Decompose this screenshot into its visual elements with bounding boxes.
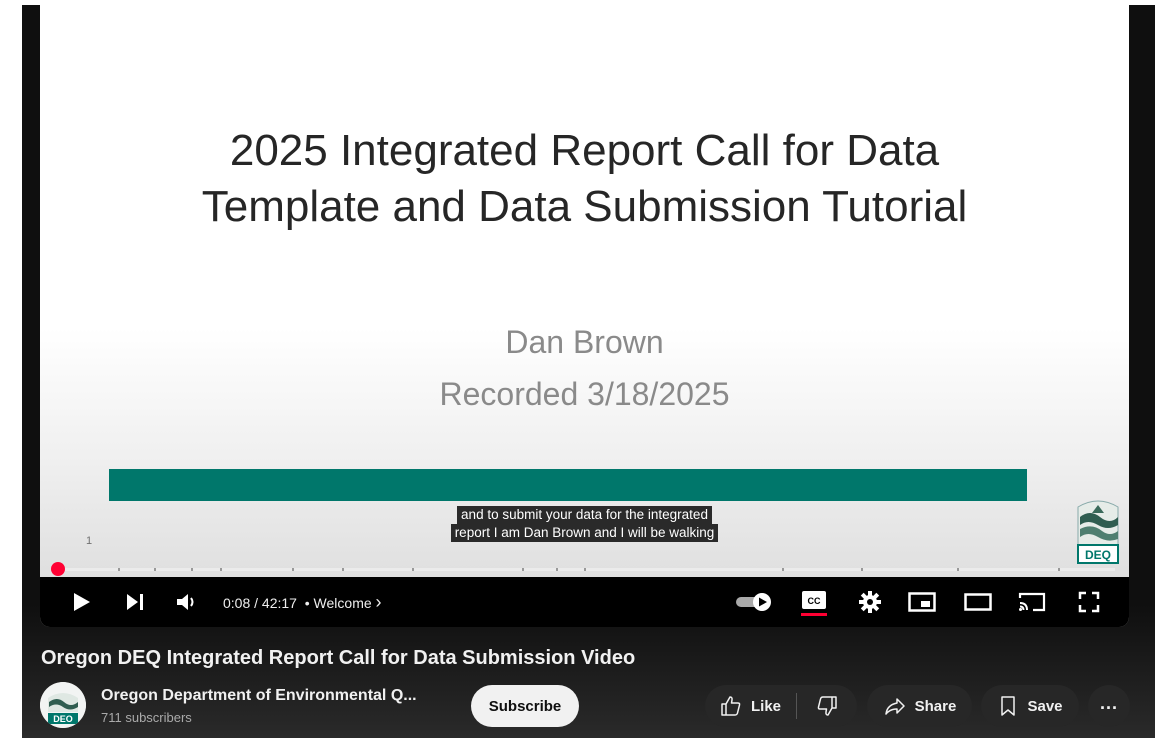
thumbs-down-icon bbox=[817, 696, 837, 716]
dislike-button[interactable] bbox=[797, 685, 857, 727]
save-label: Save bbox=[1027, 697, 1063, 715]
caption-line-1: and to submit your data for the integrat… bbox=[457, 506, 712, 524]
play-icon bbox=[74, 593, 90, 611]
thumbs-up-icon bbox=[721, 696, 741, 716]
chapter-dot: • bbox=[304, 595, 310, 611]
cc-label: CC bbox=[808, 596, 821, 606]
chapter-marker bbox=[861, 568, 863, 571]
settings-button[interactable] bbox=[856, 589, 884, 615]
bookmark-icon bbox=[1001, 696, 1016, 716]
duration: 42:17 bbox=[261, 595, 297, 611]
deq-logo-icon: DEQ bbox=[1077, 500, 1119, 564]
cast-icon bbox=[1018, 592, 1046, 612]
volume-icon bbox=[177, 594, 194, 610]
share-label: Share bbox=[914, 697, 957, 715]
chapter-marker bbox=[412, 568, 414, 571]
slide-title: 2025 Integrated Report Call for Data Tem… bbox=[40, 123, 1129, 235]
autoplay-toggle[interactable] bbox=[734, 589, 774, 615]
chapter-link[interactable]: • Welcome › bbox=[301, 592, 382, 612]
volume-button[interactable] bbox=[174, 589, 202, 615]
chapter-marker bbox=[342, 568, 344, 571]
fullscreen-button[interactable] bbox=[1074, 589, 1104, 615]
theater-mode-button[interactable] bbox=[962, 589, 994, 615]
miniplayer-icon bbox=[908, 592, 936, 612]
chapter-marker bbox=[1058, 568, 1060, 571]
deq-avatar-icon: DEO bbox=[40, 682, 86, 728]
more-actions-button[interactable]: ... bbox=[1088, 685, 1130, 727]
subscriber-count: 711 subscribers bbox=[101, 710, 192, 725]
cc-button[interactable]: CC bbox=[798, 589, 830, 616]
chevron-right-icon: › bbox=[375, 592, 382, 612]
chapter-marker bbox=[957, 568, 959, 571]
next-icon bbox=[127, 594, 143, 610]
slide-recorded-date: Recorded 3/18/2025 bbox=[439, 376, 730, 412]
save-button[interactable]: Save bbox=[981, 685, 1079, 727]
caption-box: and to submit your data for the integrat… bbox=[40, 506, 1129, 542]
caption-line-2: report I am Dan Brown and I will be walk… bbox=[450, 524, 719, 542]
cast-button[interactable] bbox=[1016, 589, 1048, 615]
progress-bar[interactable] bbox=[56, 568, 1115, 571]
like-button[interactable]: Like bbox=[705, 685, 796, 727]
channel-name[interactable]: Oregon Department of Environmental Q... bbox=[101, 686, 417, 706]
more-icon: ... bbox=[1099, 692, 1118, 713]
player-controls: 0:08 / 42:17 • Welcome › CC bbox=[40, 577, 1129, 627]
chapter-marker bbox=[584, 568, 586, 571]
slide-title-line2: Template and Data Submission Tutorial bbox=[201, 182, 968, 231]
slide-author: Dan Brown bbox=[505, 324, 664, 360]
miniplayer-button[interactable] bbox=[906, 589, 938, 615]
channel-avatar[interactable]: DEO bbox=[40, 682, 86, 728]
next-button[interactable] bbox=[122, 589, 148, 615]
play-button[interactable] bbox=[68, 589, 94, 615]
time-separator: / bbox=[250, 595, 262, 611]
current-time: 0:08 bbox=[223, 595, 251, 611]
progress-scrubber[interactable] bbox=[51, 562, 65, 576]
subscribe-button[interactable]: Subscribe bbox=[471, 685, 579, 727]
chapter-marker bbox=[154, 568, 156, 571]
theater-icon bbox=[964, 593, 992, 611]
chapter-marker bbox=[220, 568, 222, 571]
video-player[interactable]: 2025 Integrated Report Call for Data Tem… bbox=[40, 5, 1129, 627]
slide-title-line1: 2025 Integrated Report Call for Data bbox=[229, 126, 940, 175]
chapter-marker bbox=[191, 568, 193, 571]
cc-icon: CC bbox=[801, 591, 827, 616]
share-icon bbox=[884, 698, 905, 715]
chapter-marker bbox=[292, 568, 294, 571]
like-label: Like bbox=[751, 697, 782, 715]
like-dislike-group: Like bbox=[705, 685, 857, 727]
chapter-marker bbox=[118, 568, 120, 571]
autoplay-toggle-icon bbox=[736, 593, 771, 611]
chapter-marker bbox=[782, 568, 784, 571]
chapter-marker bbox=[556, 568, 558, 571]
deq-logo-text: DEQ bbox=[1085, 548, 1111, 562]
video-title: Oregon DEQ Integrated Report Call for Da… bbox=[41, 647, 636, 669]
share-button[interactable]: Share bbox=[867, 685, 972, 727]
chapter-title: Welcome bbox=[313, 595, 372, 611]
fullscreen-icon bbox=[1078, 591, 1100, 613]
chapter-marker bbox=[522, 568, 524, 571]
slide-accent-bar bbox=[109, 469, 1027, 501]
time-display: 0:08 / 42:17 • Welcome › bbox=[223, 593, 382, 612]
avatar-text: DEO bbox=[53, 714, 73, 724]
settings-icon bbox=[859, 591, 881, 613]
